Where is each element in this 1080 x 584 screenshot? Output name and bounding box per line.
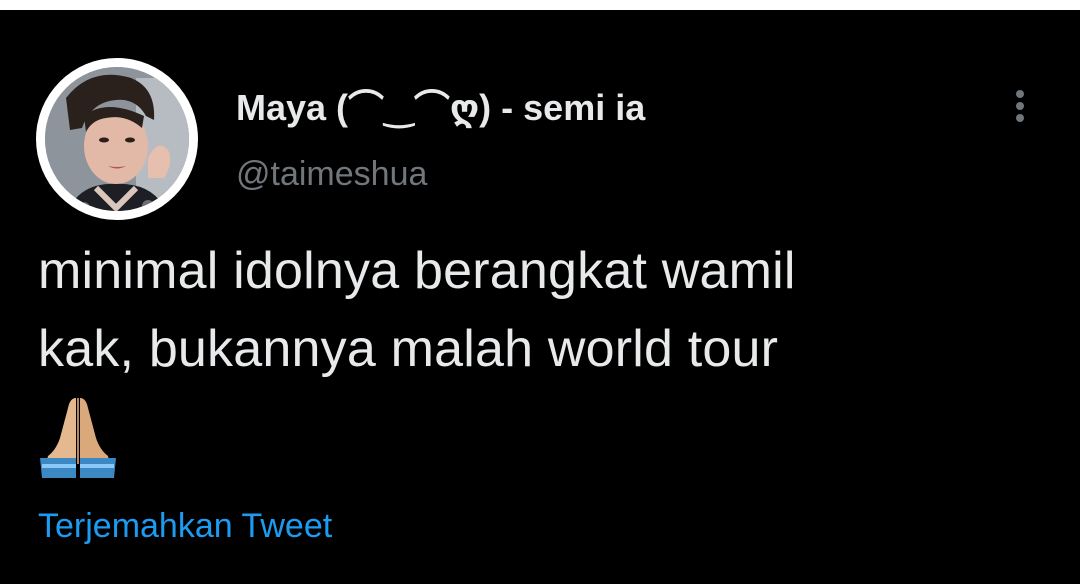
tweet-text-line: minimal idolnya berangkat wamil: [38, 242, 796, 300]
folded-hands-icon: [38, 394, 118, 478]
tweet-card: Maya (⌒‿⌒ღ) - semi ia @taimeshua minimal…: [0, 10, 1080, 584]
display-name[interactable]: Maya (⌒‿⌒ღ) - semi ia: [236, 86, 645, 130]
tweet-text: minimal idolnya berangkat wamil kak, buk…: [38, 232, 1038, 388]
tweet-text-line: kak, bukannya malah world tour: [38, 320, 779, 378]
avatar-photo: [45, 67, 189, 211]
more-vertical-icon[interactable]: [1006, 84, 1034, 128]
translate-tweet-link[interactable]: Terjemahkan Tweet: [38, 504, 332, 548]
avatar[interactable]: [36, 58, 198, 220]
user-handle[interactable]: @taimeshua: [236, 152, 427, 196]
